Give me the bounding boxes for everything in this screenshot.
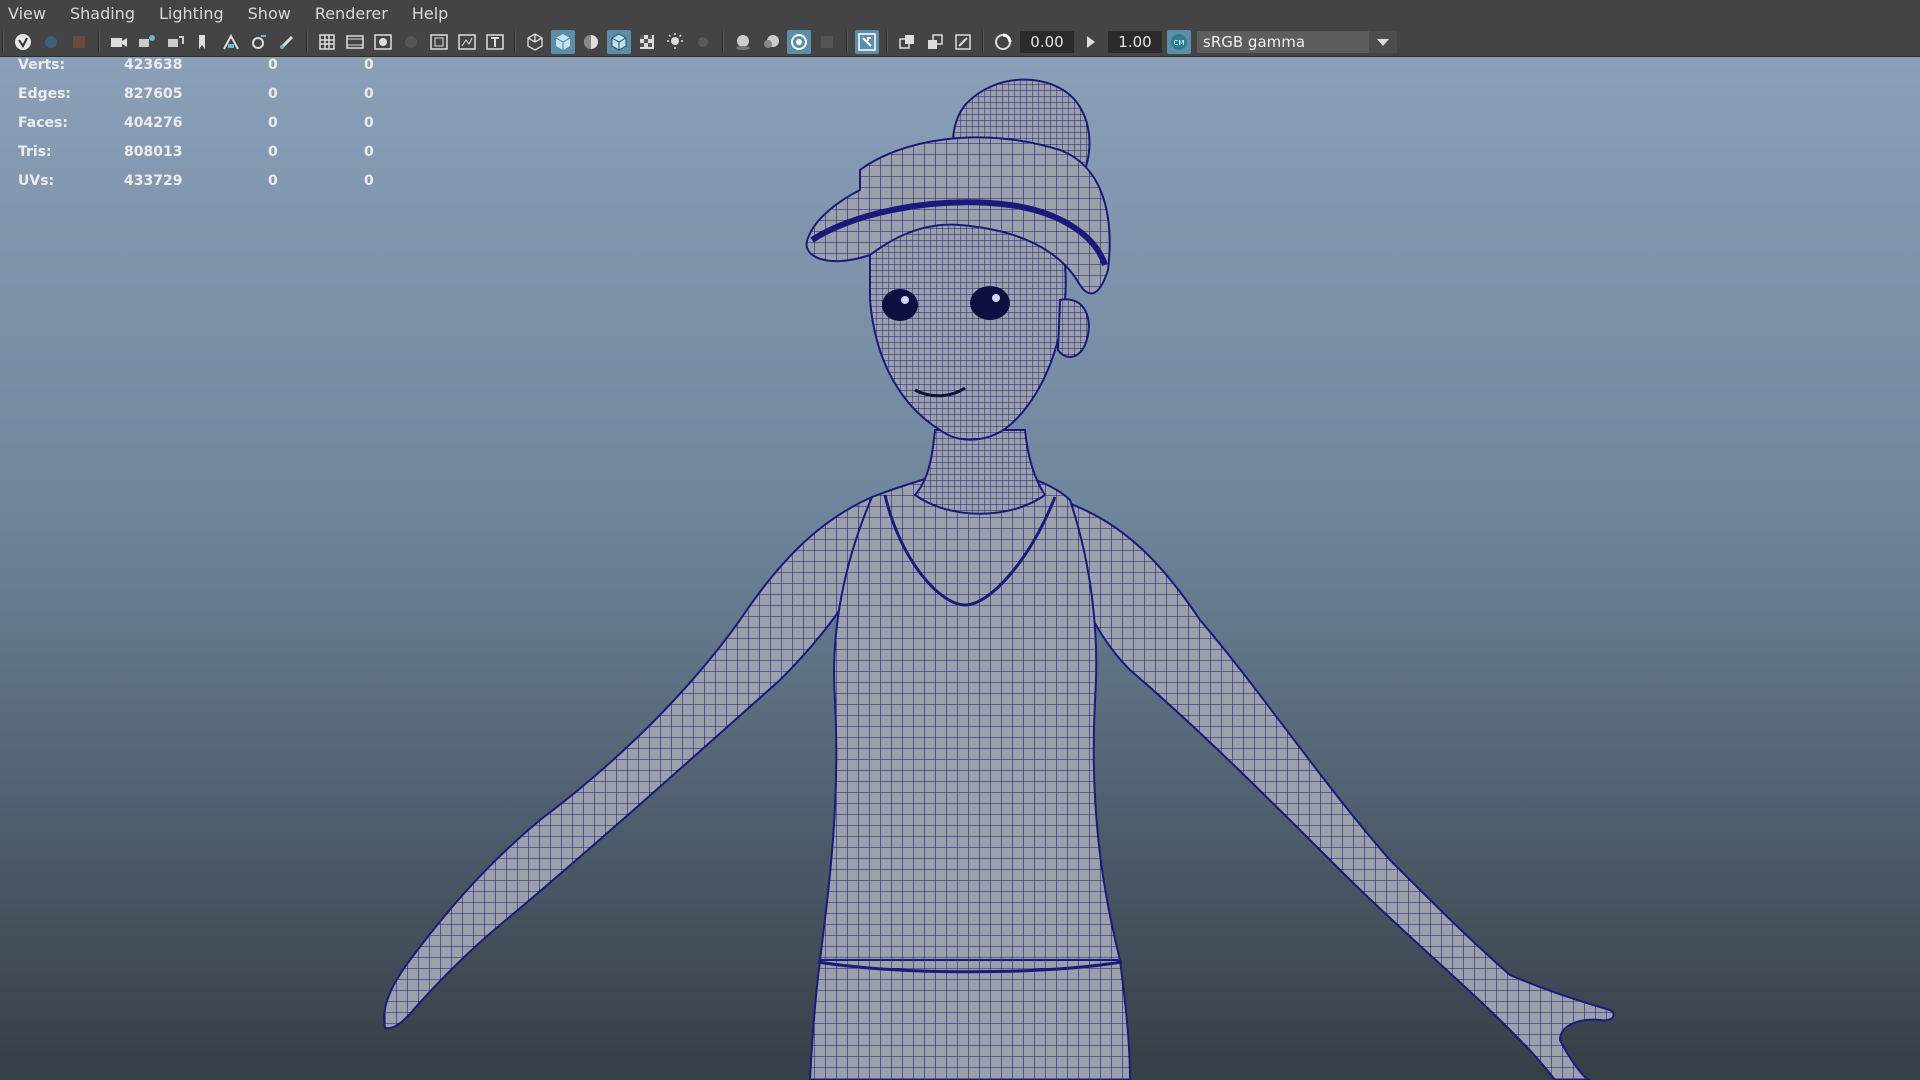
toolbar-separator bbox=[306, 31, 308, 53]
hud-label: Verts: bbox=[18, 57, 66, 73]
color-space-select[interactable]: sRGB gamma bbox=[1197, 31, 1397, 53]
panel-toolbar: 0.00 1.00 CM sRGB gamma bbox=[0, 28, 1920, 57]
hud-row-faces: Faces: 404276 0 0 bbox=[0, 115, 400, 144]
menu-shading[interactable]: Shading bbox=[60, 0, 149, 28]
exposure-field[interactable]: 0.00 bbox=[1020, 31, 1074, 53]
neck bbox=[913, 429, 1047, 515]
resolution-gate-icon[interactable] bbox=[371, 30, 395, 54]
wireframe-on-shaded-icon[interactable] bbox=[607, 30, 631, 54]
isolate-select-icon[interactable] bbox=[855, 30, 879, 54]
hud-label: Faces: bbox=[18, 115, 68, 131]
image-plane-icon[interactable] bbox=[191, 30, 215, 54]
left-arm bbox=[383, 495, 874, 1030]
poly-count-hud: Verts: 423638 0 0 Edges: 827605 0 0 Face… bbox=[0, 57, 400, 202]
smooth-shade-icon[interactable] bbox=[551, 30, 575, 54]
select-icon[interactable] bbox=[11, 30, 35, 54]
default-material-icon[interactable] bbox=[579, 30, 603, 54]
gamma-field[interactable]: 1.00 bbox=[1108, 31, 1162, 53]
hud-value: 808013 bbox=[124, 144, 183, 160]
menu-help[interactable]: Help bbox=[402, 0, 462, 28]
lights-icon[interactable] bbox=[663, 30, 687, 54]
textured-icon[interactable] bbox=[635, 30, 659, 54]
toolbar-separator bbox=[982, 31, 984, 53]
hud-row-tris: Tris: 808013 0 0 bbox=[0, 144, 400, 173]
hud-row-uvs: UVs: 433729 0 0 bbox=[0, 173, 400, 202]
grease-pencil-icon[interactable] bbox=[247, 30, 271, 54]
hud-label: UVs: bbox=[18, 173, 55, 189]
hud-value: 404276 bbox=[124, 115, 183, 131]
safe-title-icon[interactable] bbox=[483, 30, 507, 54]
shadows-icon[interactable] bbox=[691, 30, 715, 54]
toolbar-separator bbox=[2, 31, 4, 53]
lasso-icon[interactable] bbox=[39, 30, 63, 54]
hud-selected: 0 bbox=[268, 173, 278, 189]
paint-icon[interactable] bbox=[275, 30, 299, 54]
hud-value: 433729 bbox=[124, 173, 183, 189]
menu-view[interactable]: View bbox=[0, 0, 60, 28]
torso-tank-top bbox=[818, 474, 1122, 961]
screen-space-ao-icon[interactable] bbox=[731, 30, 755, 54]
hud-label: Edges: bbox=[18, 86, 72, 102]
color-management-icon[interactable]: CM bbox=[1167, 30, 1191, 54]
menu-lighting[interactable]: Lighting bbox=[149, 0, 238, 28]
depth-of-field-icon[interactable] bbox=[815, 30, 839, 54]
left-eye bbox=[882, 289, 918, 321]
paint-icon[interactable] bbox=[67, 30, 91, 54]
menu-show[interactable]: Show bbox=[238, 0, 305, 28]
hud-value: 423638 bbox=[124, 57, 183, 73]
exposure-icon[interactable] bbox=[991, 30, 1015, 54]
toolbar-separator bbox=[514, 31, 516, 53]
toolbar-separator bbox=[846, 31, 848, 53]
character-mesh bbox=[383, 78, 1615, 1080]
color-space-value: sRGB gamma bbox=[1203, 33, 1306, 51]
hud-label: Tris: bbox=[18, 144, 52, 160]
film-gate-icon[interactable] bbox=[343, 30, 367, 54]
xray-joints-icon[interactable] bbox=[923, 30, 947, 54]
menu-bar: View Shading Lighting Show Renderer Help bbox=[0, 0, 1920, 28]
hud-uv-selected: 0 bbox=[364, 115, 374, 131]
toolbar-separator bbox=[886, 31, 888, 53]
grid-icon[interactable] bbox=[315, 30, 339, 54]
hud-selected: 0 bbox=[268, 86, 278, 102]
hud-uv-selected: 0 bbox=[364, 144, 374, 160]
menu-renderer[interactable]: Renderer bbox=[305, 0, 402, 28]
right-arm bbox=[1058, 498, 1615, 1080]
hud-uv-selected: 0 bbox=[364, 173, 374, 189]
toolbar-separator bbox=[722, 31, 724, 53]
wireframe-icon[interactable] bbox=[523, 30, 547, 54]
motion-blur-icon[interactable] bbox=[759, 30, 783, 54]
toolbar-separator bbox=[98, 31, 100, 53]
hud-selected: 0 bbox=[268, 57, 278, 73]
2d-pan-icon[interactable] bbox=[219, 30, 243, 54]
shorts bbox=[808, 959, 1132, 1080]
hud-uv-selected: 0 bbox=[364, 57, 374, 73]
gamma-icon[interactable] bbox=[1079, 30, 1103, 54]
3d-viewport[interactable]: Verts: 423638 0 0 Edges: 827605 0 0 Face… bbox=[0, 57, 1920, 1080]
hud-value: 827605 bbox=[124, 86, 183, 102]
chevron-down-icon[interactable] bbox=[1369, 31, 1397, 53]
ear bbox=[1056, 298, 1090, 358]
bookmark-icon[interactable] bbox=[163, 30, 187, 54]
anti-aliasing-icon[interactable] bbox=[787, 30, 811, 54]
right-eye bbox=[970, 286, 1010, 320]
hud-row-edges: Edges: 827605 0 0 bbox=[0, 86, 400, 115]
hud-uv-selected: 0 bbox=[364, 86, 374, 102]
svg-text:CM: CM bbox=[1174, 39, 1185, 47]
xray-icon[interactable] bbox=[895, 30, 919, 54]
gate-mask-icon[interactable] bbox=[399, 30, 423, 54]
safe-action-icon[interactable] bbox=[455, 30, 479, 54]
hud-row-verts: Verts: 423638 0 0 bbox=[0, 57, 400, 86]
camera-icon[interactable] bbox=[107, 30, 131, 54]
camera-attr-icon[interactable] bbox=[135, 30, 159, 54]
xray-components-icon[interactable] bbox=[951, 30, 975, 54]
hud-selected: 0 bbox=[268, 115, 278, 131]
field-chart-icon[interactable] bbox=[427, 30, 451, 54]
hud-selected: 0 bbox=[268, 144, 278, 160]
